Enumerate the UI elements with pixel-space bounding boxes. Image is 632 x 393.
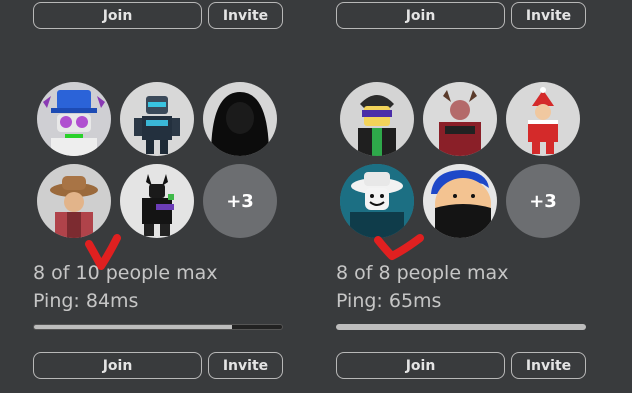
player-avatar[interactable] (37, 82, 111, 156)
server-card-2: Join Invite +3 8 of 8 people max Ping: 6… (336, 0, 596, 393)
join-button[interactable]: Join (336, 352, 505, 379)
server-ping: Ping: 65ms (336, 290, 442, 312)
player-avatar[interactable] (423, 164, 497, 238)
join-button[interactable]: Join (336, 2, 505, 29)
player-avatar[interactable] (120, 82, 194, 156)
capacity-bar (336, 324, 586, 330)
server-actions-bottom: Join Invite (33, 352, 283, 379)
capacity-bar-fill (34, 325, 233, 329)
invite-button[interactable]: Invite (511, 2, 586, 29)
server-actions-top: Join Invite (33, 2, 283, 29)
player-avatars: +3 (37, 82, 283, 238)
player-avatar[interactable] (506, 82, 580, 156)
player-avatar[interactable] (37, 164, 111, 238)
red-annotation-check (374, 234, 424, 260)
server-capacity: 8 of 8 people max (336, 262, 509, 284)
player-avatar[interactable] (340, 82, 414, 156)
invite-button[interactable]: Invite (208, 352, 283, 379)
server-capacity: 8 of 10 people max (33, 262, 218, 284)
invite-button[interactable]: Invite (511, 352, 586, 379)
server-card-1: Join Invite +3 8 of 10 people max Ping: … (33, 0, 293, 393)
player-avatar[interactable] (340, 164, 414, 238)
join-button[interactable]: Join (33, 2, 202, 29)
join-button[interactable]: Join (33, 352, 202, 379)
capacity-bar (33, 324, 283, 330)
player-avatars: +3 (340, 82, 586, 238)
server-actions-top: Join Invite (336, 2, 586, 29)
invite-button[interactable]: Invite (208, 2, 283, 29)
capacity-bar-fill (336, 324, 586, 330)
server-actions-bottom: Join Invite (336, 352, 586, 379)
more-players-badge[interactable]: +3 (506, 164, 580, 238)
more-players-badge[interactable]: +3 (203, 164, 277, 238)
player-avatar[interactable] (203, 82, 277, 156)
player-avatar[interactable] (423, 82, 497, 156)
player-avatar[interactable] (120, 164, 194, 238)
server-ping: Ping: 84ms (33, 290, 139, 312)
